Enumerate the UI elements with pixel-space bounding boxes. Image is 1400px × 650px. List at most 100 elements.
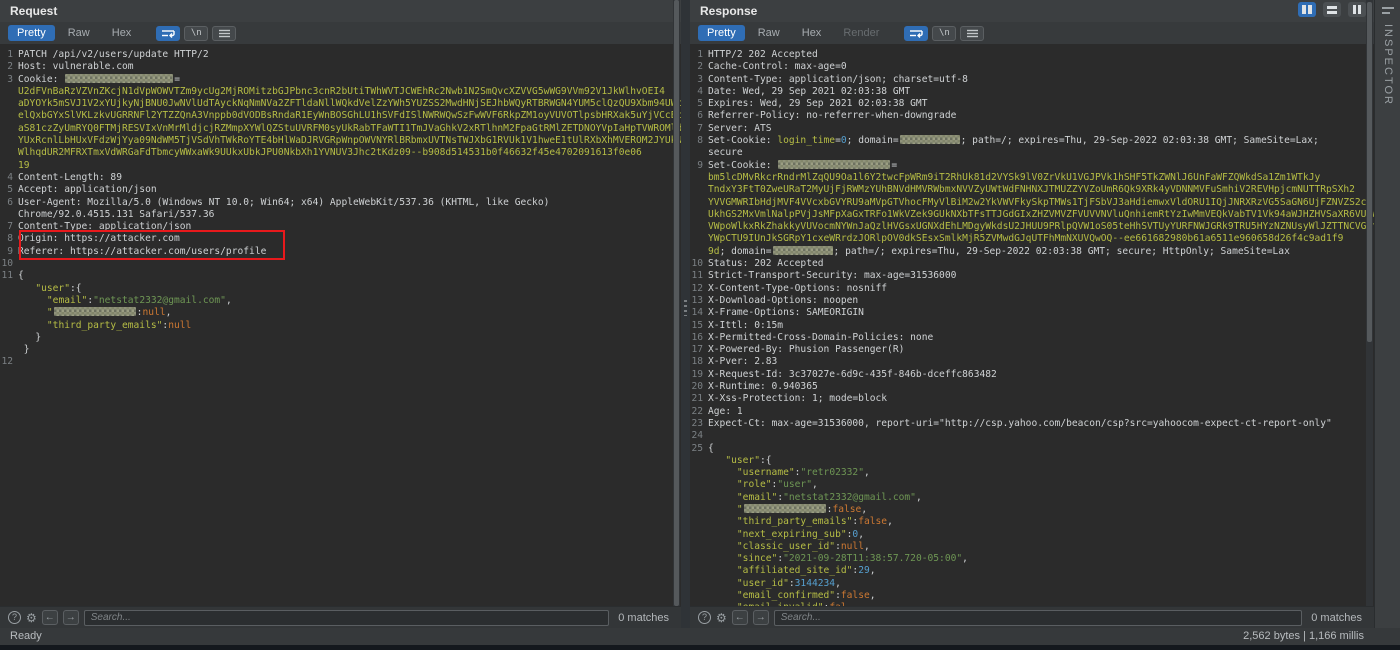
layout-tabs-icon[interactable]	[1348, 2, 1366, 17]
line-content: UkhGS2MxVmlNalpPVjJsMFpXaGxTRFo1WkVZek9G…	[708, 209, 1374, 221]
code-line: 1HTTP/2 202 Accepted	[690, 49, 1374, 61]
code-token: Cache-Control: max-age=0	[708, 61, 847, 72]
window-bottom-edge	[0, 645, 1400, 650]
line-content: VWpoWlkxRkZhakkyVUVocmNYWnJaQzlHVGsxUGNX…	[708, 221, 1374, 233]
line-number: 5	[0, 184, 18, 196]
inspector-collapse-icon[interactable]	[1382, 7, 1394, 14]
code-token: "username"	[737, 467, 795, 478]
line-content: ":false,	[708, 504, 867, 516]
request-scrollbar[interactable]	[673, 0, 680, 606]
code-token: ,	[870, 590, 876, 601]
divider-grip[interactable]	[684, 300, 687, 316]
code-token: ; domain=	[847, 135, 899, 146]
inspector-sidebar[interactable]: INSPECTOR	[1374, 0, 1400, 628]
code-line: 25{	[690, 443, 1374, 455]
request-scroll-thumb[interactable]	[674, 0, 679, 606]
line-content: "user":{	[708, 455, 772, 467]
response-tab-hex[interactable]: Hex	[793, 25, 831, 41]
newline-toggle-icon[interactable]: \n	[932, 26, 956, 41]
code-line: "email":"netstat2332@gmail.com",	[690, 492, 1374, 504]
line-content: X-Pver: 2.83	[708, 356, 777, 368]
line-content: "user_id":3144234,	[708, 578, 841, 590]
response-tab-raw[interactable]: Raw	[749, 25, 789, 41]
response-tab-pretty[interactable]: Pretty	[698, 25, 745, 41]
code-line: 20X-Runtime: 0.940365	[690, 381, 1374, 393]
code-token: X-Xss-Protection: 1; mode=block	[708, 393, 887, 404]
code-line: Chrome/92.0.4515.131 Safari/537.36	[0, 209, 681, 221]
code-line: 16X-Permitted-Cross-Domain-Policies: non…	[690, 332, 1374, 344]
prev-match-icon[interactable]: ←	[732, 610, 748, 625]
code-line: 2Host: vulnerable.com	[0, 61, 681, 73]
code-token: ,	[166, 307, 172, 318]
line-content: PATCH /api/v2/users/update HTTP/2	[18, 49, 209, 61]
request-tab-pretty[interactable]: Pretty	[8, 25, 55, 41]
next-match-icon[interactable]: →	[753, 610, 769, 625]
newline-toggle-icon[interactable]: \n	[184, 26, 208, 41]
gear-icon[interactable]: ⚙	[716, 612, 727, 624]
line-number: 7	[0, 221, 18, 233]
code-token: X-Pver: 2.83	[708, 356, 777, 367]
code-token: Content-Length: 89	[18, 172, 122, 183]
help-icon[interactable]: ?	[698, 611, 711, 624]
code-token: 9d	[708, 246, 720, 257]
next-match-icon[interactable]: →	[63, 610, 79, 625]
request-tab-raw[interactable]: Raw	[59, 25, 99, 41]
layout-columns-icon[interactable]	[1298, 2, 1316, 17]
code-token: 29	[858, 565, 870, 576]
line-content: HTTP/2 202 Accepted	[708, 49, 818, 61]
prev-match-icon[interactable]: ←	[42, 610, 58, 625]
word-wrap-icon[interactable]	[904, 26, 928, 41]
layout-rows-icon[interactable]	[1323, 2, 1341, 17]
code-token: "user"	[777, 479, 812, 490]
line-content: Chrome/92.0.4515.131 Safari/537.36	[18, 209, 214, 221]
line-content: X-Content-Type-Options: nosniff	[708, 283, 887, 295]
word-wrap-icon[interactable]	[156, 26, 180, 41]
redacted-blur	[773, 246, 833, 255]
code-token	[18, 320, 47, 331]
line-content: Cache-Control: max-age=0	[708, 61, 847, 73]
code-token: Cookie:	[18, 74, 64, 85]
response-editor[interactable]: 1HTTP/2 202 Accepted2Cache-Control: max-…	[690, 44, 1374, 606]
request-searchbar: ? ⚙ ← → 0 matches	[0, 606, 681, 628]
line-number: 14	[690, 307, 708, 319]
response-title: Response	[700, 4, 757, 18]
line-content: User-Agent: Mozilla/5.0 (Windows NT 10.0…	[18, 197, 549, 209]
code-line: 5Accept: application/json	[0, 184, 681, 196]
menu-glyph	[219, 29, 230, 38]
code-line: 4Date: Wed, 29 Sep 2021 02:03:38 GMT	[690, 86, 1374, 98]
request-editor[interactable]: 1PATCH /api/v2/users/update HTTP/22Host:…	[0, 44, 681, 606]
editor-menu-icon[interactable]	[212, 26, 236, 41]
help-icon[interactable]: ?	[8, 611, 21, 624]
code-token: ; path=/; expires=Thu, 29-Sep-2022 02:03…	[961, 135, 1319, 146]
response-scroll-thumb[interactable]	[1367, 2, 1372, 342]
line-content: Server: ATS	[708, 123, 772, 135]
response-search-input[interactable]	[774, 610, 1302, 626]
panel-divider[interactable]	[681, 0, 690, 628]
line-number: 19	[690, 369, 708, 381]
code-token: :{	[70, 283, 82, 294]
line-number: 11	[0, 270, 18, 282]
response-searchbar: ? ⚙ ← → 0 matches	[690, 606, 1374, 628]
request-search-input[interactable]	[84, 610, 609, 626]
code-line: 19	[0, 160, 681, 172]
code-token: Set-Cookie:	[708, 135, 777, 146]
line-content: Referer: https://attacker.com/users/prof…	[18, 246, 266, 258]
request-title: Request	[10, 4, 57, 18]
line-number: 12	[0, 356, 18, 368]
code-token: Expires: Wed, 29 Sep 2021 02:03:38 GMT	[708, 98, 928, 109]
code-line: 12	[0, 356, 681, 368]
request-tab-hex[interactable]: Hex	[103, 25, 141, 41]
code-token	[18, 307, 47, 318]
line-number	[690, 529, 708, 541]
line-number: 2	[0, 61, 18, 73]
gear-icon[interactable]: ⚙	[26, 612, 37, 624]
editor-menu-icon[interactable]	[960, 26, 984, 41]
line-number	[0, 307, 18, 319]
response-scrollbar[interactable]	[1366, 0, 1373, 606]
code-line: "email_confirmed":false,	[690, 590, 1374, 602]
code-token: aDYOYk5mSVJ1V2xYUjkyNjBNU0JwNVlUdTAyckNq…	[18, 98, 681, 109]
response-match-count: 0 matches	[1307, 612, 1366, 624]
code-token: Strict-Transport-Security: max-age=31536…	[708, 270, 956, 281]
line-content: "next_expiring_sub":0,	[708, 529, 864, 541]
line-number	[0, 123, 18, 135]
